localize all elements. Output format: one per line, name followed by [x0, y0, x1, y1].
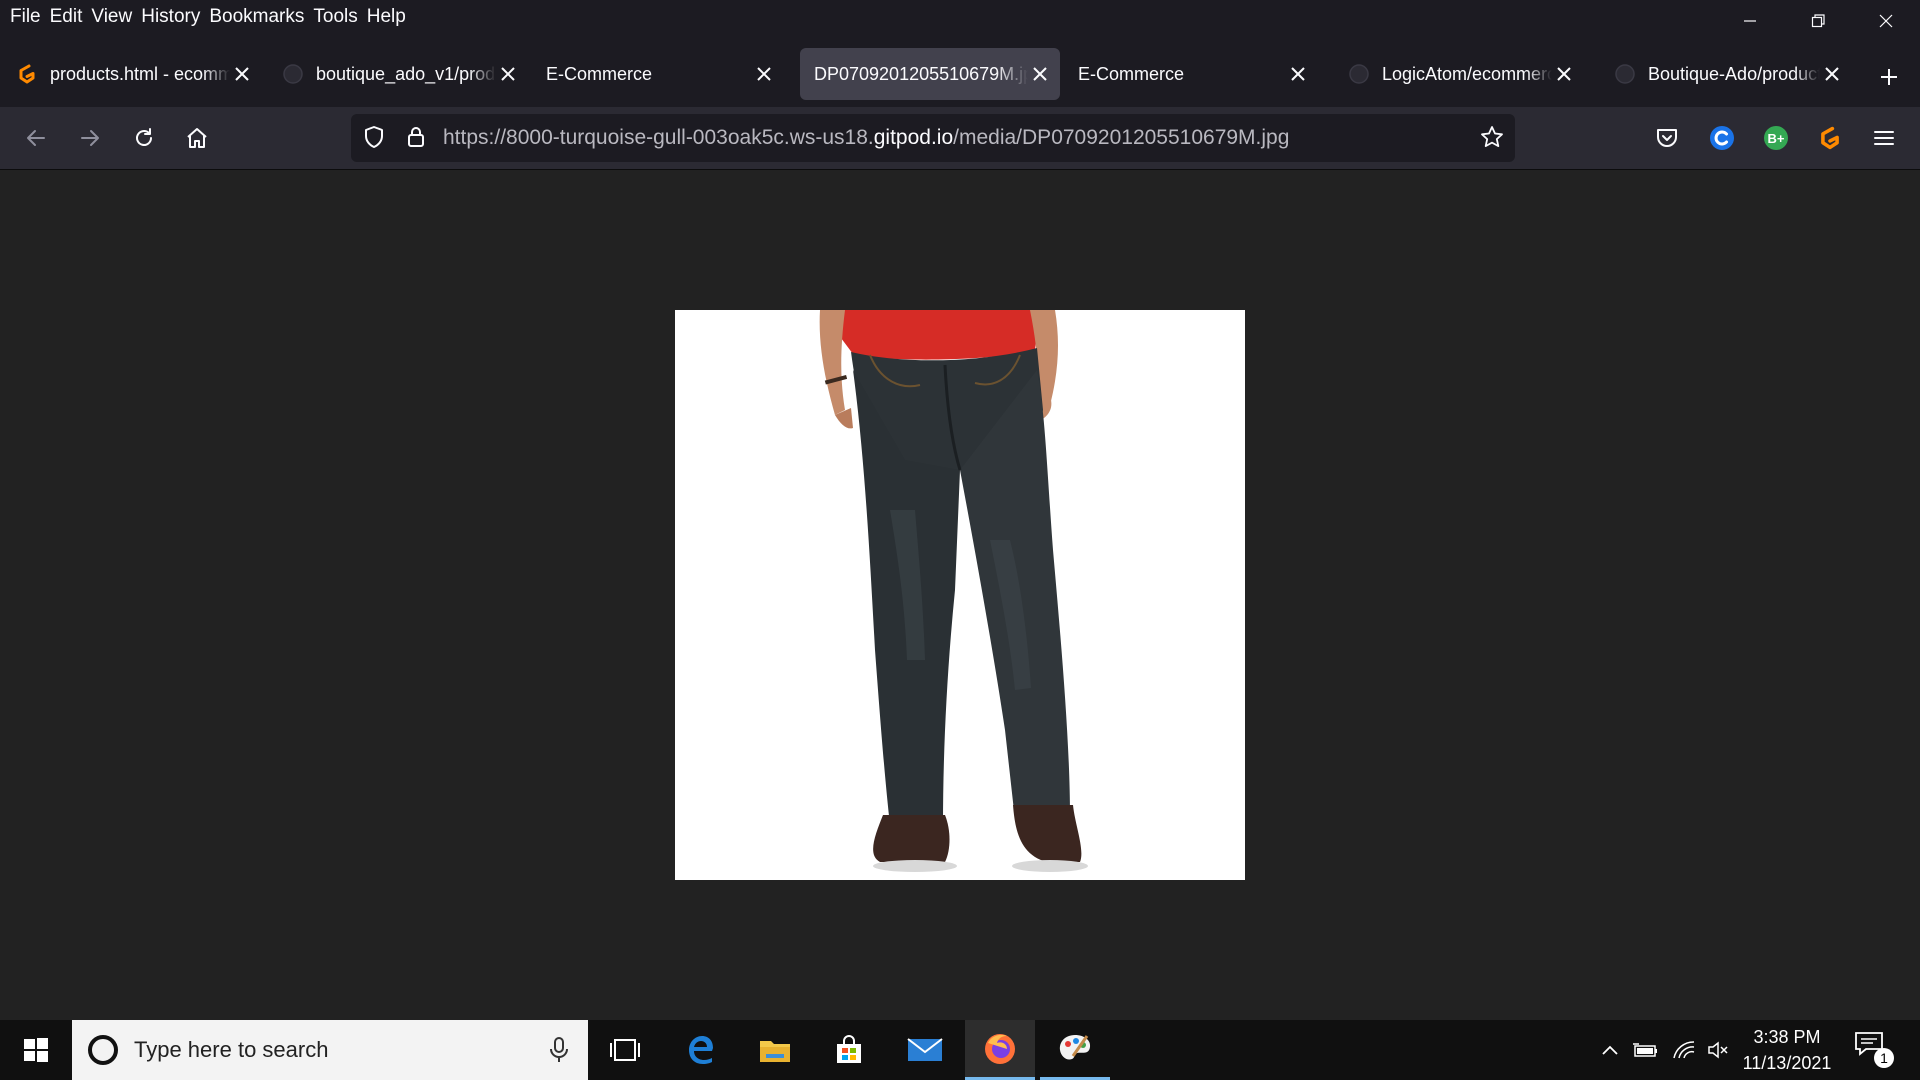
tab-close-button[interactable]: [1286, 62, 1310, 86]
wifi-icon[interactable]: [1668, 1020, 1700, 1080]
tab-logicatom-ecommerce[interactable]: LogicAtom/ecommerce: [1334, 48, 1584, 100]
tracking-protection-shield-icon[interactable]: [361, 124, 387, 155]
forward-button[interactable]: [67, 115, 113, 161]
close-icon: [1557, 67, 1571, 81]
tab-boutique-ado-products[interactable]: Boutique-Ado/products: [1600, 48, 1852, 100]
navigation-toolbar: https://8000-turquoise-gull-003oak5c.ws-…: [0, 107, 1920, 170]
tab-close-button[interactable]: [496, 62, 520, 86]
url-host: gitpod.io: [873, 126, 954, 149]
menu-help[interactable]: Help: [367, 6, 406, 28]
mail-icon[interactable]: [890, 1020, 960, 1080]
tab-image-active[interactable]: DP0709201205510679M.jpg: [800, 48, 1060, 100]
menu-edit[interactable]: Edit: [50, 6, 83, 28]
tab-e-commerce-2[interactable]: E-Commerce: [1064, 48, 1318, 100]
app-menu-button[interactable]: [1865, 119, 1903, 157]
tab-close-button[interactable]: [1820, 62, 1844, 86]
bookmark-star-icon[interactable]: [1479, 124, 1505, 155]
volume-muted-icon[interactable]: [1704, 1020, 1732, 1080]
firefox-icon[interactable]: [965, 1020, 1035, 1080]
plus-icon: [1881, 69, 1897, 85]
reload-icon: [136, 128, 152, 146]
search-placeholder: Type here to search: [134, 1037, 329, 1062]
github-icon: [282, 63, 304, 85]
menu-bookmarks[interactable]: Bookmarks: [209, 6, 304, 28]
hamburger-menu-icon: [1874, 131, 1894, 145]
tab-title: products.html - ecommerce: [50, 63, 230, 84]
github-icon: [1614, 63, 1636, 85]
extension-c-icon[interactable]: [1703, 119, 1741, 157]
home-icon: [187, 128, 207, 148]
chevron-up-icon: [1602, 1045, 1618, 1055]
tab-title: Boutique-Ado/products: [1648, 63, 1820, 84]
tab-e-commerce-1[interactable]: E-Commerce: [532, 48, 784, 100]
tab-title: E-Commerce: [1078, 63, 1185, 84]
menu-bar: File Edit View History Bookmarks Tools H…: [0, 0, 1920, 33]
url-path: /media/DP0709201205510679M.jpg: [953, 126, 1290, 149]
tab-close-button[interactable]: [1552, 62, 1576, 86]
edge-icon[interactable]: [666, 1020, 736, 1080]
windows-logo-icon: [24, 1038, 48, 1062]
page-content: [0, 170, 1920, 1020]
pocket-icon[interactable]: [1648, 119, 1686, 157]
show-hidden-icons-button[interactable]: [1596, 1020, 1624, 1080]
battery-icon[interactable]: [1630, 1020, 1662, 1080]
action-center-button[interactable]: 1: [1854, 1030, 1894, 1070]
gitpod-icon: [16, 63, 38, 85]
paint-icon[interactable]: [1040, 1020, 1110, 1080]
tab-title: E-Commerce: [546, 63, 653, 84]
close-icon: [1879, 14, 1893, 28]
windows-taskbar: Type here to search 3:38 PM 11/13/2021 1: [0, 1020, 1920, 1080]
cortana-icon: [88, 1035, 118, 1065]
menu-tools[interactable]: Tools: [313, 6, 357, 28]
system-clock[interactable]: 3:38 PM 11/13/2021: [1730, 1024, 1844, 1076]
tab-title: boutique_ado_v1/products: [316, 63, 496, 84]
tab-close-button[interactable]: [752, 62, 776, 86]
close-icon: [1291, 67, 1305, 81]
extension-b-plus-icon[interactable]: B+: [1757, 119, 1795, 157]
close-icon: [1825, 67, 1839, 81]
tab-close-button[interactable]: [230, 62, 254, 86]
address-bar[interactable]: https://8000-turquoise-gull-003oak5c.ws-…: [351, 114, 1515, 162]
tab-products-html[interactable]: products.html - ecommerce: [2, 48, 262, 100]
close-icon: [1033, 67, 1047, 81]
reload-button[interactable]: [121, 115, 167, 161]
menu-history[interactable]: History: [141, 6, 200, 28]
tab-title: DP0709201205510679M.jpg: [814, 63, 1028, 84]
tab-title: LogicAtom/ecommerce: [1382, 63, 1552, 84]
minimize-icon: [1744, 20, 1756, 22]
tab-close-button[interactable]: [1028, 62, 1052, 86]
gitpod-extension-icon[interactable]: [1811, 119, 1849, 157]
clock-date: 11/13/2021: [1742, 1053, 1832, 1073]
url-text[interactable]: https://8000-turquoise-gull-003oak5c.ws-…: [443, 126, 1289, 150]
restore-icon: [1811, 14, 1825, 28]
task-view-icon[interactable]: [590, 1020, 660, 1080]
start-button[interactable]: [0, 1020, 72, 1080]
home-button[interactable]: [174, 115, 220, 161]
extension-b-plus-label: B+: [1768, 131, 1785, 146]
github-icon: [1348, 63, 1370, 85]
url-prefix: https://8000-turquoise-gull-003oak5c.ws-…: [443, 126, 874, 149]
close-icon: [501, 67, 515, 81]
product-image[interactable]: [675, 310, 1245, 880]
tab-boutique-ado-v1[interactable]: boutique_ado_v1/products: [268, 48, 528, 100]
forward-arrow-icon: [81, 130, 99, 146]
taskbar-search-box[interactable]: Type here to search: [72, 1020, 588, 1080]
tab-strip: products.html - ecommerce boutique_ado_v…: [0, 33, 1920, 107]
back-button[interactable]: [13, 115, 59, 161]
clock-time: 3:38 PM: [1753, 1027, 1821, 1047]
menu-file[interactable]: File: [10, 6, 41, 28]
lock-icon[interactable]: [403, 124, 429, 155]
jeans-photo: [819, 310, 1088, 872]
back-arrow-icon: [27, 130, 45, 146]
microphone-icon[interactable]: [548, 1036, 570, 1064]
close-icon: [235, 67, 249, 81]
new-tab-button[interactable]: [1872, 60, 1906, 94]
file-explorer-icon[interactable]: [740, 1020, 810, 1080]
store-icon[interactable]: [814, 1020, 884, 1080]
close-icon: [757, 67, 771, 81]
notification-count-badge: 1: [1874, 1048, 1894, 1068]
menu-view[interactable]: View: [91, 6, 132, 28]
